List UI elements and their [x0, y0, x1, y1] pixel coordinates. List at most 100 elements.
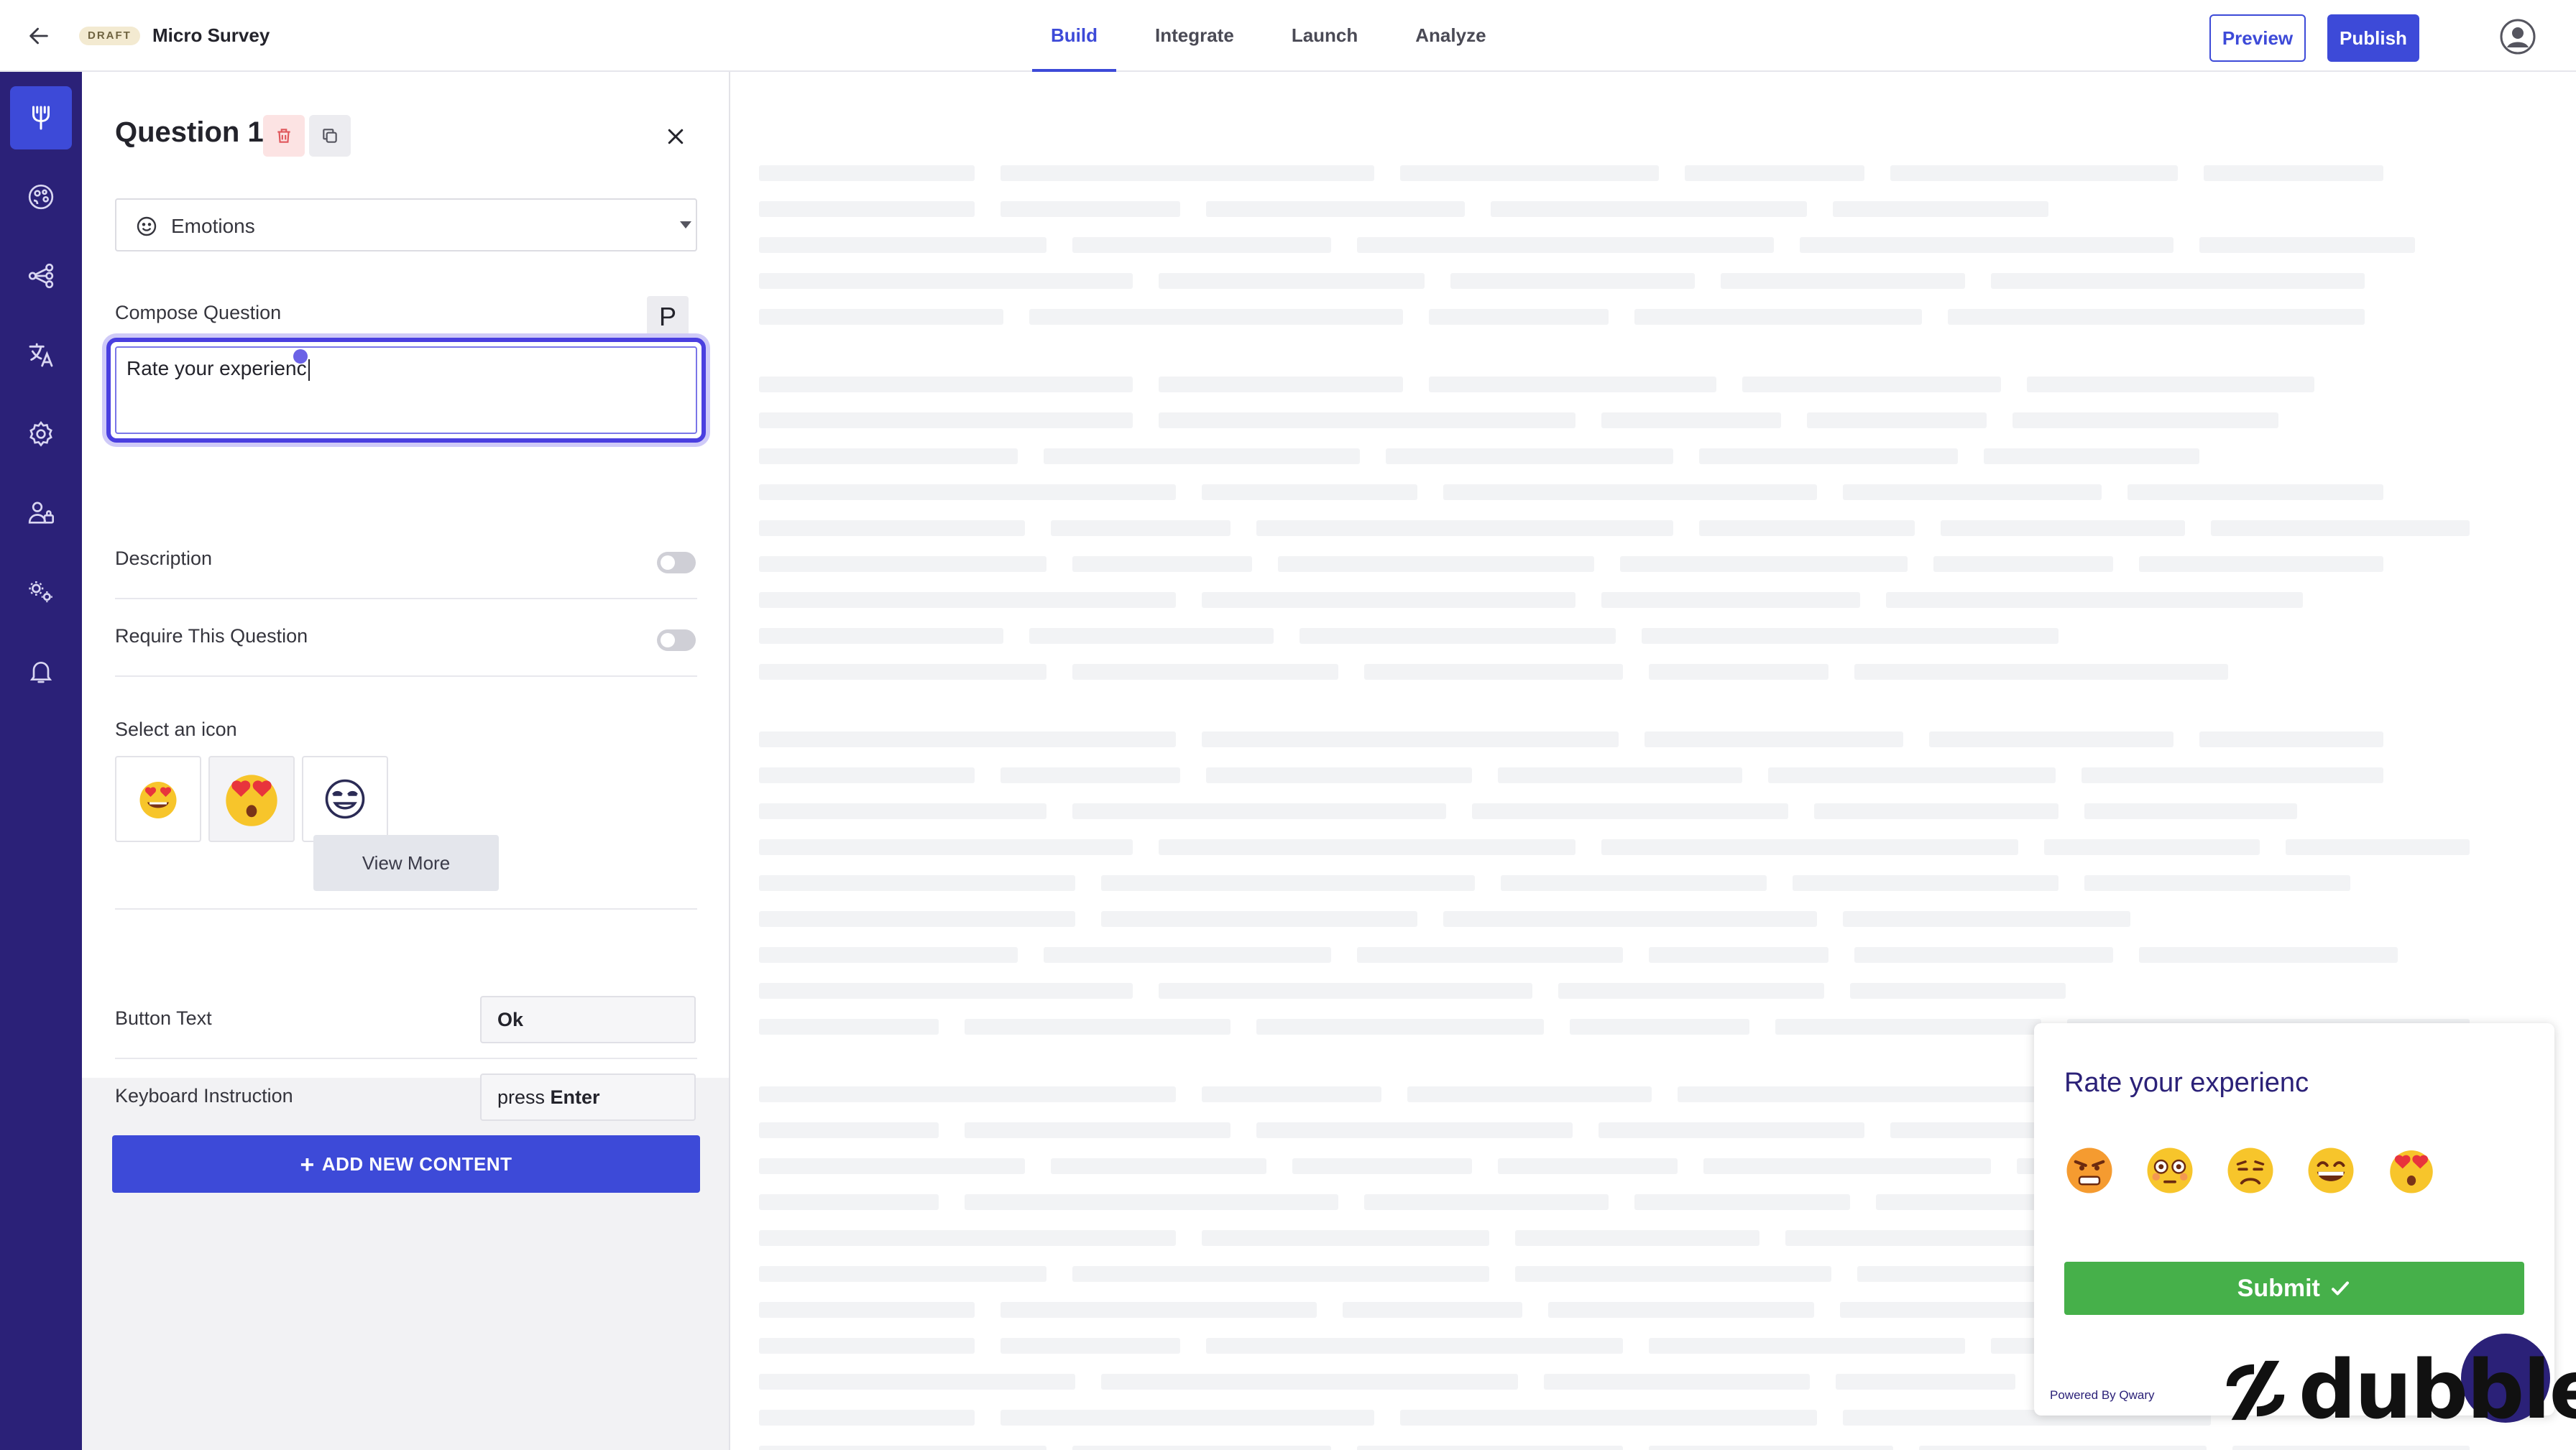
- button-text-input[interactable]: Ok: [480, 996, 696, 1043]
- skeleton-line: [1357, 947, 1623, 963]
- keyboard-key: Enter: [550, 1086, 600, 1108]
- user-avatar-icon[interactable]: [2500, 19, 2536, 55]
- description-toggle[interactable]: [657, 552, 696, 573]
- skeleton-line: [1800, 237, 2174, 253]
- skeleton-line: [1000, 1302, 1317, 1318]
- skeleton-line: [759, 412, 1133, 428]
- skeleton-line: [1357, 1446, 1623, 1450]
- skeleton-line: [2139, 556, 2383, 572]
- delete-question-button[interactable]: [263, 115, 305, 157]
- skeleton-line: [1548, 1302, 1814, 1318]
- skeleton-line: [1793, 875, 2058, 891]
- skeleton-line: [2204, 165, 2383, 181]
- rail-theme-icon[interactable]: [10, 165, 72, 228]
- skeleton-line: [1202, 484, 1417, 500]
- publish-button[interactable]: Publish: [2327, 14, 2419, 62]
- skeleton-line: [965, 1194, 1338, 1210]
- skeleton-line: [759, 664, 1046, 680]
- skeleton-line: [759, 1086, 1176, 1102]
- skeleton-line: [1159, 377, 1403, 392]
- skeleton-line: [759, 1446, 1046, 1450]
- skeleton-line: [1450, 273, 1695, 289]
- survey-title[interactable]: Micro Survey: [152, 23, 270, 47]
- heart-eyes-open-icon-option[interactable]: [208, 756, 295, 842]
- angry-face-icon[interactable]: [2064, 1145, 2115, 1196]
- duplicate-question-button[interactable]: [309, 115, 351, 157]
- tab-analyze[interactable]: Analyze: [1397, 0, 1504, 72]
- skeleton-line: [2044, 839, 2260, 855]
- rail-logic-icon[interactable]: [10, 244, 72, 308]
- piping-button[interactable]: P: [647, 296, 689, 338]
- skeleton-line: [759, 484, 1176, 500]
- question-type-select[interactable]: Emotions: [115, 198, 697, 251]
- skeleton-line: [1159, 412, 1576, 428]
- rail-settings-icon[interactable]: [10, 402, 72, 466]
- skeleton-line: [759, 1374, 1075, 1390]
- tab-integrate[interactable]: Integrate: [1136, 0, 1253, 72]
- skeleton-line: [1443, 484, 1817, 500]
- smile-outline-icon-option[interactable]: [302, 756, 388, 842]
- skeleton-line: [1991, 273, 2365, 289]
- skeleton-line: [759, 1410, 975, 1426]
- skeleton-line: [759, 237, 1046, 253]
- skeleton-line: [1051, 520, 1230, 536]
- skeleton-line: [1833, 201, 2048, 217]
- question-text-content: Rate your experienc: [126, 357, 307, 379]
- skeleton-line: [759, 556, 1046, 572]
- text-caret: [308, 359, 310, 381]
- back-arrow-icon[interactable]: [22, 19, 56, 53]
- frowning-face-icon[interactable]: [2225, 1145, 2276, 1196]
- skeleton-line: [1343, 1302, 1522, 1318]
- tab-launch[interactable]: Launch: [1273, 0, 1376, 72]
- compose-question-label: Compose Question: [115, 302, 282, 323]
- skeleton-line: [1929, 731, 2174, 747]
- skeleton-line: [1491, 201, 1807, 217]
- skeleton-line: [759, 839, 1133, 855]
- question-text-input[interactable]: Rate your experienc: [106, 338, 706, 443]
- skeleton-line: [759, 1194, 939, 1210]
- heart-eyes-open-icon: [226, 775, 277, 826]
- tab-build[interactable]: Build: [1032, 0, 1116, 72]
- rail-translate-icon[interactable]: [10, 323, 72, 387]
- skeleton-line: [1984, 448, 2199, 464]
- rail-integrations-icon[interactable]: [10, 560, 72, 624]
- require-question-toggle[interactable]: [657, 629, 696, 651]
- keyboard-instruction-label: Keyboard Instruction: [115, 1085, 293, 1107]
- select-icon-label: Select an icon: [115, 719, 237, 740]
- heart-eyes-icon-option[interactable]: [115, 756, 201, 842]
- skeleton-line: [1854, 947, 2113, 963]
- close-icon[interactable]: [658, 119, 693, 154]
- skeleton-line: [1558, 983, 1824, 999]
- smiley-icon: [135, 215, 158, 241]
- preview-button[interactable]: Preview: [2209, 14, 2306, 62]
- skeleton-line: [1890, 165, 2178, 181]
- skeleton-line: [1634, 309, 1922, 325]
- add-new-content-button[interactable]: + ADD NEW CONTENT: [112, 1135, 700, 1193]
- keyboard-instruction-input[interactable]: press Enter: [480, 1073, 696, 1121]
- skeleton-line: [1649, 664, 1828, 680]
- view-more-button[interactable]: View More: [313, 835, 499, 891]
- rail-build-icon[interactable]: [10, 86, 72, 149]
- skeleton-line: [2199, 731, 2383, 747]
- skeleton-line: [759, 309, 1003, 325]
- skeleton-line: [759, 628, 1003, 644]
- skeleton-line: [759, 448, 1018, 464]
- submit-button[interactable]: Submit: [2064, 1262, 2524, 1315]
- skeleton-line: [1886, 592, 2303, 608]
- divider: [115, 675, 697, 677]
- rail-notifications-icon[interactable]: [10, 639, 72, 703]
- grinning-face-icon[interactable]: [2306, 1145, 2356, 1196]
- skeleton-line: [1854, 664, 2228, 680]
- heart-eyes-face-icon[interactable]: [2386, 1145, 2437, 1196]
- skeleton-line: [1357, 237, 1774, 253]
- draft-badge: DRAFT: [79, 27, 140, 45]
- skeleton-line: [1678, 1086, 2094, 1102]
- description-label: Description: [115, 548, 213, 569]
- dubble-wordmark: dubble: [2299, 1344, 2576, 1437]
- skeleton-line: [1300, 628, 1616, 644]
- rail-audience-icon[interactable]: [10, 481, 72, 545]
- chevron-down-icon: [680, 221, 691, 228]
- skeleton-line: [759, 1302, 975, 1318]
- flushed-face-icon[interactable]: [2145, 1145, 2195, 1196]
- skeleton-line: [1933, 556, 2113, 572]
